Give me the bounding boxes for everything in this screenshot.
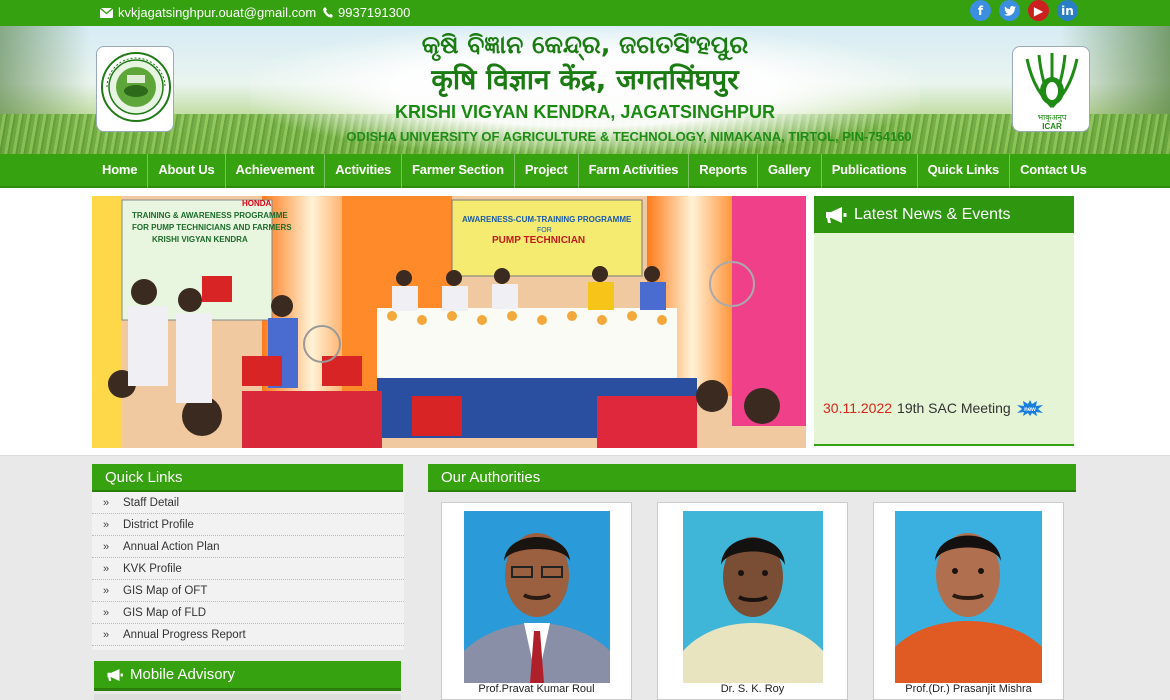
news-heading-text: Latest News & Events	[854, 205, 1011, 223]
mobile-advisory-heading: Mobile Advisory	[94, 661, 401, 691]
authority-name: Dr. S. K. Roy	[720, 683, 785, 695]
authority-name: Prof.Pravat Kumar Roul	[478, 683, 595, 695]
nav-home[interactable]: Home	[92, 154, 149, 188]
slider-banner-left-line1: TRAINING & AWARENESS PROGRAMME	[132, 211, 288, 220]
nav-farm-activities[interactable]: Farm Activities	[579, 154, 690, 188]
chevron-right-icon: »	[103, 518, 110, 531]
nav-publications[interactable]: Publications	[822, 154, 918, 188]
nav-gallery[interactable]: Gallery	[758, 154, 822, 188]
quick-link-gis-map-fld[interactable]: » GIS Map of FLD	[92, 602, 404, 624]
nav-about-us[interactable]: About Us	[148, 154, 226, 188]
quick-links-panel: Quick Links » Staff Detail » District Prof…	[92, 464, 404, 650]
chevron-right-icon: »	[103, 606, 110, 619]
slider-brand-text: HONDA	[242, 199, 272, 208]
facebook-icon[interactable]: f	[970, 0, 991, 21]
slider-photo: TRAINING & AWARENESS PROGRAMME FOR PUMP …	[92, 196, 806, 448]
quick-link-district-profile[interactable]: » District Profile	[92, 514, 404, 536]
new-badge-icon: new	[1016, 400, 1043, 416]
authority-name: Prof.(Dr.) Prasanjit Mishra	[905, 683, 1032, 695]
authority-card[interactable]: Prof.(Dr.) Prasanjit Mishra	[873, 502, 1064, 700]
nav-quick-links[interactable]: Quick Links	[918, 154, 1011, 188]
email-text[interactable]: kvkjagatsinghpur.ouat@gmail.com	[118, 5, 316, 20]
news-item[interactable]: 30.11.2022 19th SAC Meeting new	[823, 400, 1044, 416]
site-title-hindi: कृषि विज्ञान केंद्र, जगतसिंघपुर	[431, 63, 739, 96]
news-heading: Latest News & Events	[814, 196, 1074, 233]
authority-photo	[683, 511, 823, 683]
megaphone-icon	[826, 206, 847, 223]
authority-card[interactable]: Dr. S. K. Roy	[657, 502, 848, 700]
quick-link-gis-map-oft[interactable]: » GIS Map of OFT	[92, 580, 404, 602]
nav-project[interactable]: Project	[515, 154, 579, 188]
latest-news-panel: Latest News & Events 30.11.2022 19th SAC…	[814, 196, 1074, 446]
chevron-right-icon: »	[103, 562, 110, 575]
linkedin-icon[interactable]: in	[1057, 0, 1078, 21]
mobile-advisory-body	[94, 694, 401, 700]
site-title-odia: କୃଷି ବିଜ୍ଞାନ କେନ୍ଦ୍ର, ଜଗତସିଂହପୁର	[421, 30, 749, 59]
slider-banner-left-line3: KRISHI VIGYAN KENDRA	[152, 235, 248, 244]
chevron-right-icon: »	[103, 496, 110, 509]
slider-banner-left-line2: FOR PUMP TECHNICIANS AND FARMERS	[132, 223, 292, 232]
news-date: 30.11.2022	[823, 400, 893, 416]
envelope-icon	[100, 7, 113, 18]
chevron-right-icon: »	[103, 584, 110, 597]
image-slider[interactable]: TRAINING & AWARENESS PROGRAMME FOR PUMP …	[92, 196, 806, 448]
new-badge-text: new	[1024, 407, 1036, 413]
phone-icon	[323, 7, 333, 18]
nav-achievement[interactable]: Achievement	[226, 154, 326, 188]
slider-banner-top-line1: AWARENESS-CUM-TRAINING PROGRAMME	[462, 215, 632, 224]
quick-link-kvk-profile[interactable]: » KVK Profile	[92, 558, 404, 580]
nav-farmer-section[interactable]: Farmer Section	[402, 154, 515, 188]
email-contact[interactable]: kvkjagatsinghpur.ouat@gmail.com	[100, 5, 316, 20]
slider-banner-top-line3: PUMP TECHNICIAN	[492, 235, 585, 246]
phone-contact[interactable]: 9937191300	[323, 5, 410, 20]
social-links: f ▶ in	[970, 0, 1078, 21]
phone-text[interactable]: 9937191300	[338, 5, 410, 20]
quick-link-staff-detail[interactable]: » Staff Detail	[92, 492, 404, 514]
site-subtitle: ODISHA UNIVERSITY OF AGRICULTURE & TECHN…	[346, 129, 912, 144]
megaphone-icon	[107, 668, 123, 681]
quick-links-list: » Staff Detail » District Profile » Annual …	[92, 492, 404, 646]
top-contact-bar: kvkjagatsinghpur.ouat@gmail.com 99371913…	[0, 0, 1170, 26]
main-navigation: Home About Us Achievement Activities Far…	[0, 154, 1170, 188]
nav-reports[interactable]: Reports	[689, 154, 759, 188]
youtube-icon[interactable]: ▶	[1028, 0, 1049, 21]
authority-photo	[895, 511, 1042, 683]
authority-photo	[464, 511, 610, 683]
mobile-advisory-heading-text: Mobile Advisory	[130, 666, 236, 683]
quick-link-annual-action-plan[interactable]: » Annual Action Plan	[92, 536, 404, 558]
nav-contact-us[interactable]: Contact Us	[1010, 154, 1097, 188]
site-title-english: KRISHI VIGYAN KENDRA, JAGATSINGHPUR	[394, 102, 776, 122]
chevron-right-icon: »	[103, 628, 110, 641]
authorities-heading: Our Authorities	[428, 464, 1076, 492]
news-title[interactable]: 19th SAC Meeting	[897, 400, 1011, 416]
slider-banner-top-line2: FOR	[537, 227, 552, 234]
quick-links-heading: Quick Links	[92, 464, 403, 492]
nav-activities[interactable]: Activities	[325, 154, 403, 188]
twitter-icon[interactable]	[999, 0, 1020, 21]
authority-card[interactable]: Prof.Pravat Kumar Roul	[441, 502, 632, 700]
chevron-right-icon: »	[103, 540, 110, 553]
quick-link-annual-progress-report[interactable]: » Annual Progress Report	[92, 624, 404, 646]
